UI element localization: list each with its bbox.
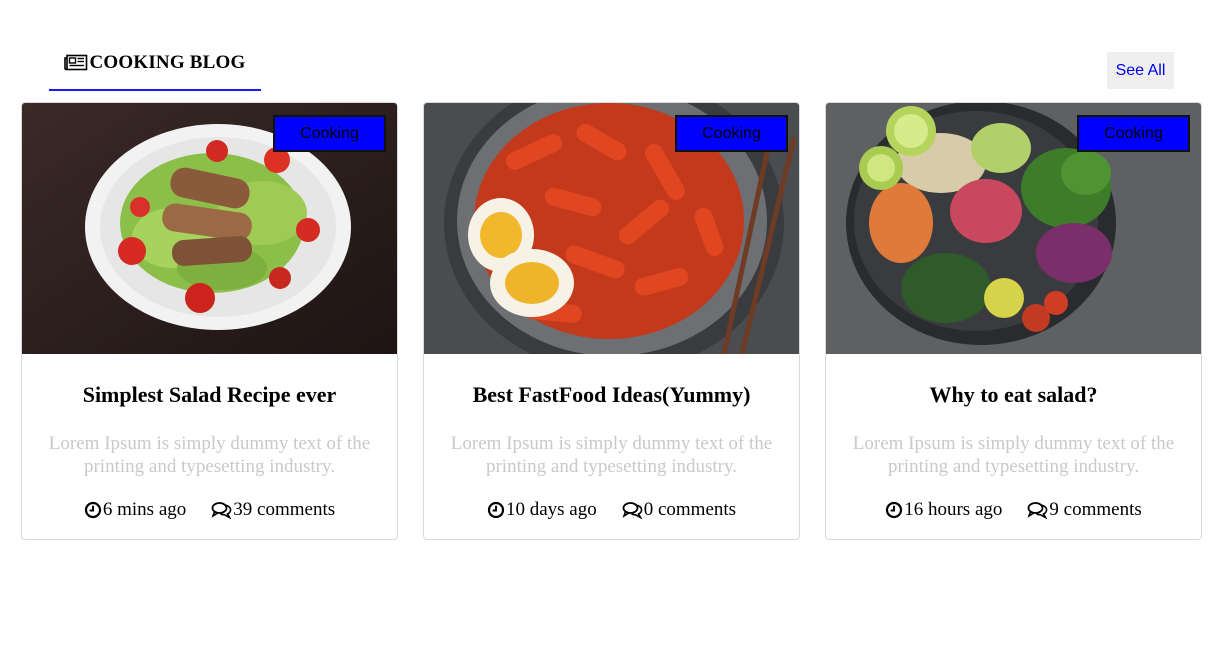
- post-time: 6 mins ago: [84, 499, 186, 521]
- card-title[interactable]: Best FastFood Ideas(Yummy): [424, 382, 799, 408]
- blog-header-title: COOKING BLOG: [89, 52, 246, 73]
- category-badge[interactable]: Cooking: [1077, 115, 1190, 152]
- category-badge[interactable]: Cooking: [273, 115, 386, 152]
- post-comments[interactable]: 0 comments: [622, 499, 736, 521]
- post-comments-text: 9 comments: [1049, 499, 1142, 520]
- post-time-text: 6 mins ago: [102, 499, 187, 520]
- card-image-rice-cakes[interactable]: Cooking: [424, 103, 799, 354]
- post-time: 10 days ago: [487, 499, 597, 521]
- comments-icon: [622, 502, 643, 519]
- card-meta: 10 days ago 0 comments: [424, 499, 799, 521]
- comments-icon: [1027, 502, 1048, 519]
- post-comments[interactable]: 9 comments: [1027, 499, 1142, 521]
- post-comments-text: 0 comments: [643, 499, 737, 520]
- post-comments-text: 39 comments: [233, 499, 336, 520]
- card-image-salad[interactable]: Cooking: [22, 103, 397, 354]
- card-description: Lorem Ipsum is simply dummy text of the …: [48, 433, 371, 477]
- card-title[interactable]: Simplest Salad Recipe ever: [22, 382, 397, 408]
- card-image-buddha-bowl[interactable]: Cooking: [826, 103, 1201, 354]
- blog-header-tab[interactable]: COOKING BLOG: [49, 48, 261, 91]
- card-title[interactable]: Why to eat salad?: [826, 382, 1201, 408]
- blog-header: COOKING BLOG: [64, 52, 245, 74]
- clock-icon: [886, 501, 903, 519]
- comments-icon: [211, 502, 232, 519]
- blog-card[interactable]: Cooking Simplest Salad Recipe ever Lorem…: [21, 102, 398, 540]
- card-description: Lorem Ipsum is simply dummy text of the …: [852, 433, 1175, 477]
- category-badge[interactable]: Cooking: [675, 115, 788, 152]
- post-time: 16 hours ago: [885, 499, 1002, 521]
- post-time-text: 10 days ago: [505, 499, 597, 520]
- card-meta: 6 mins ago 39 comments: [22, 499, 397, 521]
- post-comments[interactable]: 39 comments: [211, 499, 335, 521]
- clock-icon: [487, 501, 505, 519]
- clock-icon: [84, 501, 101, 519]
- card-meta: 16 hours ago 9 comments: [826, 499, 1201, 521]
- card-description: Lorem Ipsum is simply dummy text of the …: [450, 433, 773, 477]
- blog-card[interactable]: Cooking Best FastFood Ideas(Yummy) Lorem…: [423, 102, 800, 540]
- newspaper-icon: [64, 54, 88, 71]
- blog-card[interactable]: Cooking Why to eat salad? Lorem Ipsum is…: [825, 102, 1202, 540]
- post-time-text: 16 hours ago: [904, 499, 1003, 520]
- see-all-button[interactable]: See All: [1107, 52, 1174, 89]
